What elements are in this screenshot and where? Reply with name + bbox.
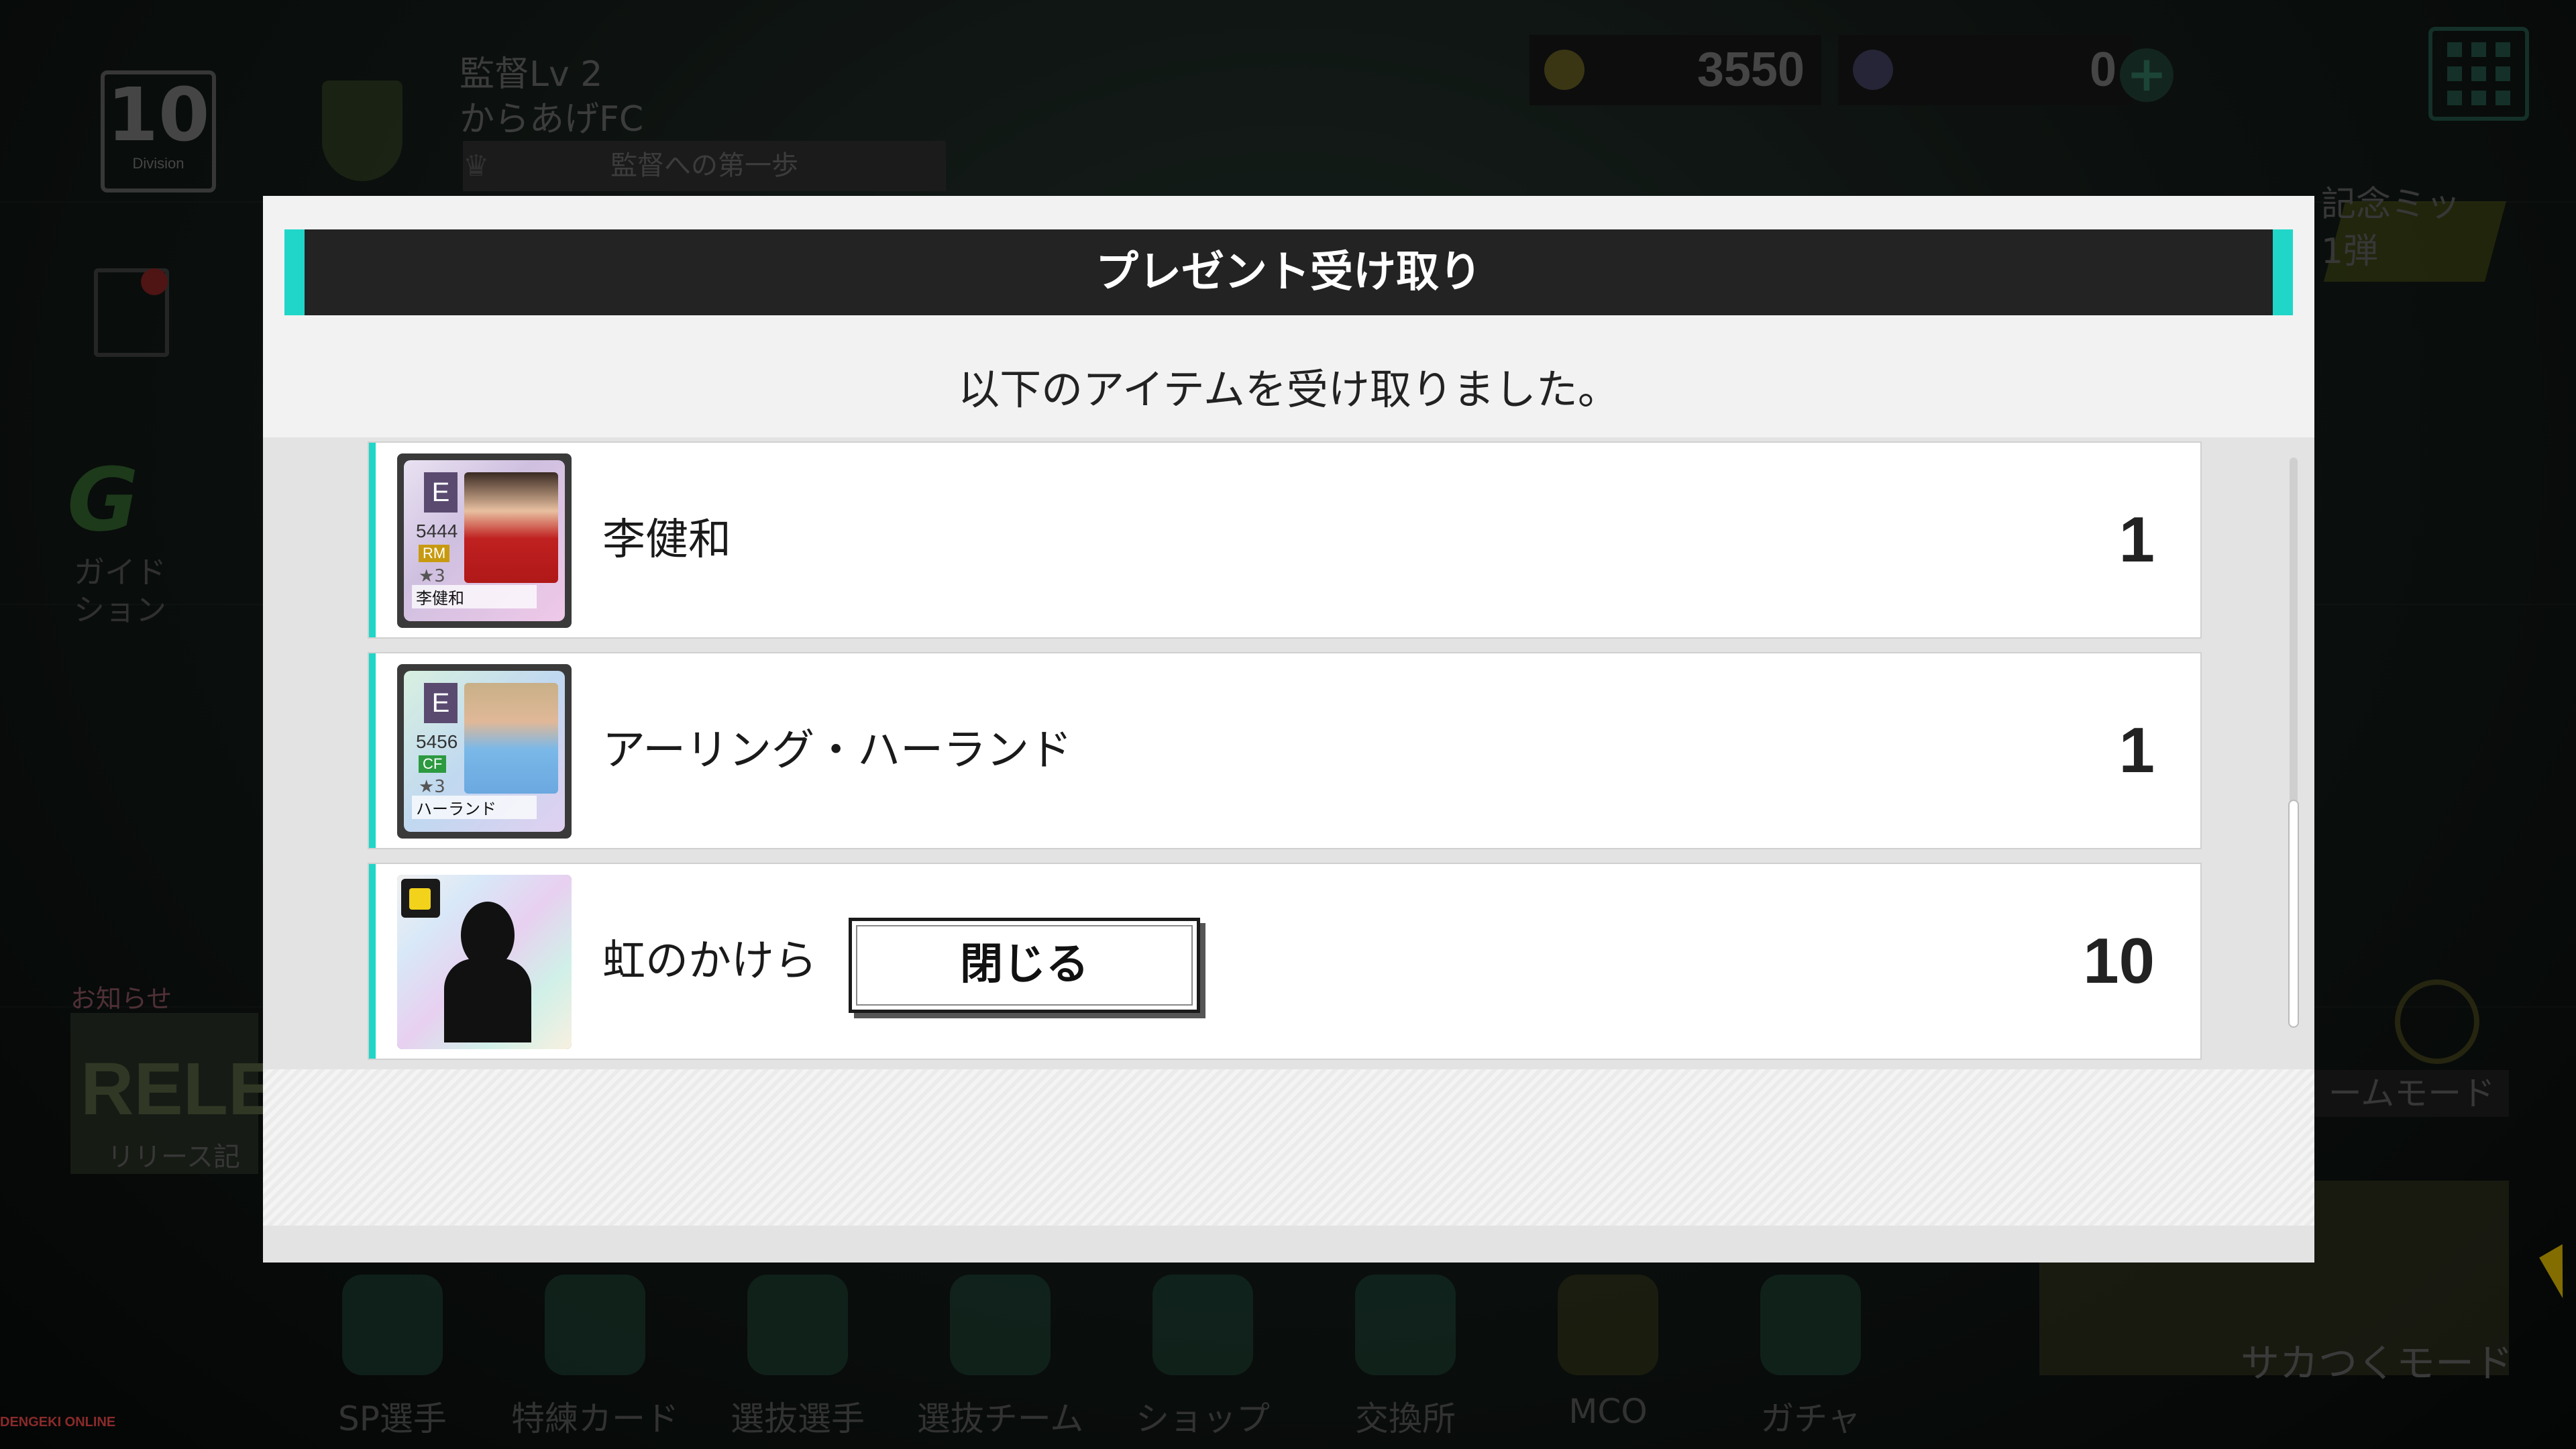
close-button[interactable]: 閉じる: [849, 918, 1200, 1013]
rainbow-fragment-thumbnail: [397, 875, 572, 1049]
list-viewport[interactable]: E 5444 RM ★3 李健和 李健和 1 E 5456 CF ★3 ハーラン…: [263, 437, 2314, 1069]
item-accent-stripe: [369, 864, 376, 1059]
dialog-message: 以下のアイテムを受け取りました。: [958, 365, 1619, 414]
present-received-dialog: プレゼント受け取り 以下のアイテムを受け取りました。 E 5444 RM ★3 …: [263, 196, 2314, 1263]
player-portrait: [464, 683, 558, 794]
dialog-header: プレゼント受け取り: [284, 229, 2293, 315]
card-position: RM: [419, 545, 450, 562]
item-quantity: 1: [2118, 714, 2155, 786]
player-card-thumbnail: E 5456 CF ★3 ハーランド: [397, 664, 572, 839]
card-rank: E: [424, 683, 458, 723]
item-name: 李健和: [602, 515, 731, 565]
item-quantity: 1: [2118, 504, 2155, 576]
item-name: 虹のかけら: [602, 936, 817, 986]
dialog-footer: [263, 1069, 2314, 1226]
card-position: CF: [419, 755, 447, 773]
card-player-name: 李健和: [412, 585, 537, 608]
item-accent-stripe: [369, 443, 376, 637]
puzzle-piece-icon: [401, 879, 440, 918]
card-ovr: 5456: [416, 731, 458, 752]
player-card: E 5456 CF ★3 ハーランド: [404, 671, 565, 832]
card-stars: ★3: [419, 566, 445, 586]
watermark: DENGEKI ONLINE: [0, 1415, 116, 1430]
card-stars: ★3: [419, 777, 445, 797]
list-item: 虹のかけら 10: [368, 863, 2202, 1060]
card-player-name: ハーランド: [412, 796, 537, 819]
dialog-title: プレゼント受け取り: [1095, 248, 1482, 297]
item-quantity: 10: [2083, 925, 2155, 997]
rainbow-fragment-image: [397, 875, 572, 1049]
card-rank: E: [424, 472, 458, 513]
item-accent-stripe: [369, 653, 376, 848]
player-card: E 5444 RM ★3 李健和: [404, 460, 565, 621]
scrollbar-thumb[interactable]: [2288, 800, 2299, 1028]
player-portrait: [464, 472, 558, 583]
player-silhouette-icon: [444, 902, 531, 1042]
item-name: アーリング・ハーランド: [602, 726, 1073, 775]
player-card-thumbnail: E 5444 RM ★3 李健和: [397, 453, 572, 628]
list-item: E 5456 CF ★3 ハーランド アーリング・ハーランド 1: [368, 652, 2202, 849]
card-ovr: 5444: [416, 521, 458, 541]
received-items-list: E 5444 RM ★3 李健和 李健和 1 E 5456 CF ★3 ハーラン…: [263, 437, 2314, 1263]
list-item: E 5444 RM ★3 李健和 李健和 1: [368, 441, 2202, 639]
